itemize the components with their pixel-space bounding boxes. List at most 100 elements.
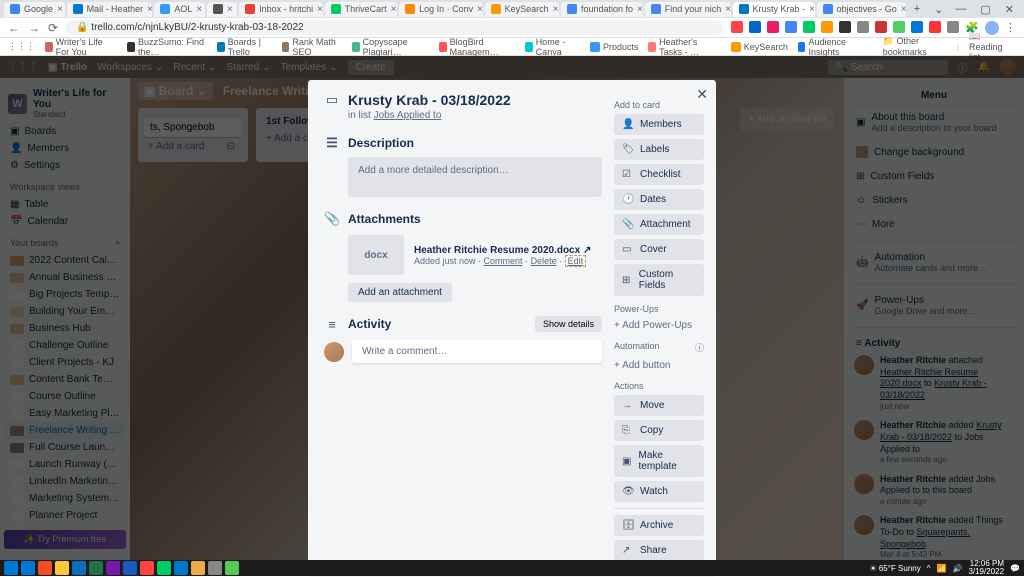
extension-icon[interactable] <box>893 21 905 33</box>
extension-icon[interactable] <box>929 21 941 33</box>
weather-widget[interactable]: ☀ 65°F Sunny <box>869 564 920 573</box>
archive-button[interactable]: 🗄Archive <box>614 515 704 536</box>
attachment-button[interactable]: 📎Attachment <box>614 214 704 235</box>
add-powerups-button[interactable]: + Add Power-Ups <box>614 318 704 333</box>
extension-icon[interactable] <box>767 21 779 33</box>
browser-tab[interactable]: Log In · Conv× <box>399 2 483 17</box>
extension-icon[interactable] <box>947 21 959 33</box>
comment-link[interactable]: Comment <box>484 256 523 266</box>
add-button-button[interactable]: + Add button <box>614 358 704 373</box>
extension-icon[interactable] <box>839 21 851 33</box>
apps-icon[interactable]: ⋮⋮⋮ <box>8 41 35 52</box>
taskbar-app[interactable] <box>106 561 120 575</box>
bookmark-item[interactable]: Heather's Tasks - … <box>648 37 720 57</box>
close-icon[interactable]: × <box>227 4 233 15</box>
taskbar-app[interactable] <box>38 561 52 575</box>
taskbar-app[interactable] <box>174 561 188 575</box>
close-icon[interactable]: × <box>317 4 323 15</box>
labels-button[interactable]: 🏷Labels <box>614 139 704 160</box>
maximize-icon[interactable]: ▢ <box>974 3 996 16</box>
bookmark-item[interactable]: Copyscape Plagiari… <box>352 37 429 57</box>
add-attachment-button[interactable]: Add an attachment <box>348 283 452 302</box>
bookmark-item[interactable]: Home - Canva <box>525 37 580 57</box>
list-link[interactable]: Jobs Applied to <box>374 110 442 121</box>
browser-tab[interactable]: Find your nich× <box>645 2 731 17</box>
browser-tab[interactable]: KeySearch× <box>485 2 559 17</box>
bookmark-item[interactable]: Writer's Life For You <box>45 37 117 57</box>
attachment-thumbnail[interactable]: docx <box>348 235 404 275</box>
extension-icon[interactable] <box>803 21 815 33</box>
close-icon[interactable]: × <box>147 4 152 15</box>
taskbar-app[interactable] <box>191 561 205 575</box>
taskbar-app[interactable] <box>72 561 86 575</box>
close-icon[interactable]: × <box>57 4 63 15</box>
clock[interactable]: 12:06 PM3/19/2022 <box>968 560 1004 576</box>
close-icon[interactable]: × <box>901 4 906 15</box>
watch-button[interactable]: 👁Watch <box>614 481 704 502</box>
bookmark-item[interactable]: BlogBird Managem… <box>439 37 515 57</box>
forward-icon[interactable]: → <box>28 21 40 35</box>
bookmark-item[interactable]: Products <box>590 42 639 52</box>
bookmark-item[interactable]: BuzzSumo: Find the… <box>127 37 207 57</box>
extension-icon[interactable] <box>785 21 797 33</box>
system-tray-icon[interactable]: ^ <box>927 564 931 573</box>
card-title[interactable]: Krusty Krab - 03/18/2022 <box>348 92 511 108</box>
close-icon[interactable]: × <box>196 4 202 15</box>
browser-tab[interactable]: ThriveCart× <box>325 2 398 17</box>
extension-icon[interactable] <box>911 21 923 33</box>
bookmark-item[interactable]: Audience Insights <box>798 37 863 57</box>
extension-icon[interactable] <box>857 21 869 33</box>
close-icon[interactable]: × <box>637 4 643 15</box>
taskbar-app[interactable] <box>140 561 154 575</box>
dates-button[interactable]: 🕐Dates <box>614 189 704 210</box>
browser-tab-active[interactable]: Krusty Krab -× <box>733 2 815 17</box>
browser-tab[interactable]: Google× <box>4 2 65 17</box>
delete-link[interactable]: Delete <box>531 256 557 266</box>
description-input[interactable]: Add a more detailed description… <box>348 157 602 197</box>
edit-link[interactable]: Edit <box>565 255 587 267</box>
bookmark-item[interactable]: KeySearch <box>731 42 788 52</box>
info-icon[interactable]: ⓘ <box>695 341 704 354</box>
show-details-button[interactable]: Show details <box>535 316 602 332</box>
checklist-button[interactable]: ☑Checklist <box>614 164 704 185</box>
taskbar-app[interactable] <box>225 561 239 575</box>
bookmark-item[interactable]: Boards | Trello <box>217 37 272 57</box>
share-button[interactable]: ↗Share <box>614 540 704 561</box>
new-tab-button[interactable]: + <box>908 3 926 15</box>
notifications-icon[interactable]: 💬 <box>1010 564 1020 573</box>
wifi-icon[interactable]: 📶 <box>937 564 947 573</box>
close-icon[interactable]: × <box>391 4 397 15</box>
template-button[interactable]: ▣Make template <box>614 445 704 477</box>
extension-icon[interactable] <box>875 21 887 33</box>
reload-icon[interactable]: ⟳ <box>48 21 58 35</box>
browser-tab[interactable]: AOL× <box>154 2 204 17</box>
taskbar-app[interactable] <box>157 561 171 575</box>
start-button[interactable] <box>4 561 18 575</box>
attachment-name[interactable]: Heather Ritchie Resume 2020.docx ↗ <box>414 245 591 256</box>
move-button[interactable]: →Move <box>614 395 704 416</box>
comment-input[interactable]: Write a comment… <box>352 340 602 363</box>
members-button[interactable]: 👤Members <box>614 114 704 135</box>
browser-tab[interactable]: foundation fo× <box>561 2 643 17</box>
taskbar-app[interactable] <box>208 561 222 575</box>
bookmark-item[interactable]: 📁 Other bookmarks <box>883 36 947 57</box>
chevron-down-icon[interactable]: ⌄ <box>930 3 947 16</box>
taskbar-app[interactable] <box>123 561 137 575</box>
extension-icon[interactable] <box>749 21 761 33</box>
taskbar-app[interactable] <box>21 561 35 575</box>
extension-icon[interactable] <box>821 21 833 33</box>
close-modal-button[interactable]: ✕ <box>696 86 708 103</box>
extension-icon[interactable] <box>731 21 743 33</box>
url-input[interactable]: 🔒 trello.com/c/njnLkyBU/2-krusty-krab-03… <box>66 20 723 35</box>
browser-tab[interactable]: objectives - Go× <box>817 2 906 17</box>
browser-tab[interactable]: Mail - Heather× <box>67 2 153 17</box>
bookmark-item[interactable]: Rank Math SEO <box>282 37 342 57</box>
close-icon[interactable]: × <box>809 4 815 15</box>
browser-tab[interactable]: × <box>207 2 237 17</box>
close-window-icon[interactable]: ✕ <box>999 3 1020 16</box>
browser-tab[interactable]: Inbox - hritchi× <box>239 2 323 17</box>
copy-button[interactable]: ⎘Copy <box>614 420 704 441</box>
back-icon[interactable]: ← <box>8 21 20 35</box>
card-modal-overlay[interactable]: ✕ ▭ Krusty Krab - 03/18/2022 in list Job… <box>0 56 1024 576</box>
taskbar-app[interactable] <box>89 561 103 575</box>
